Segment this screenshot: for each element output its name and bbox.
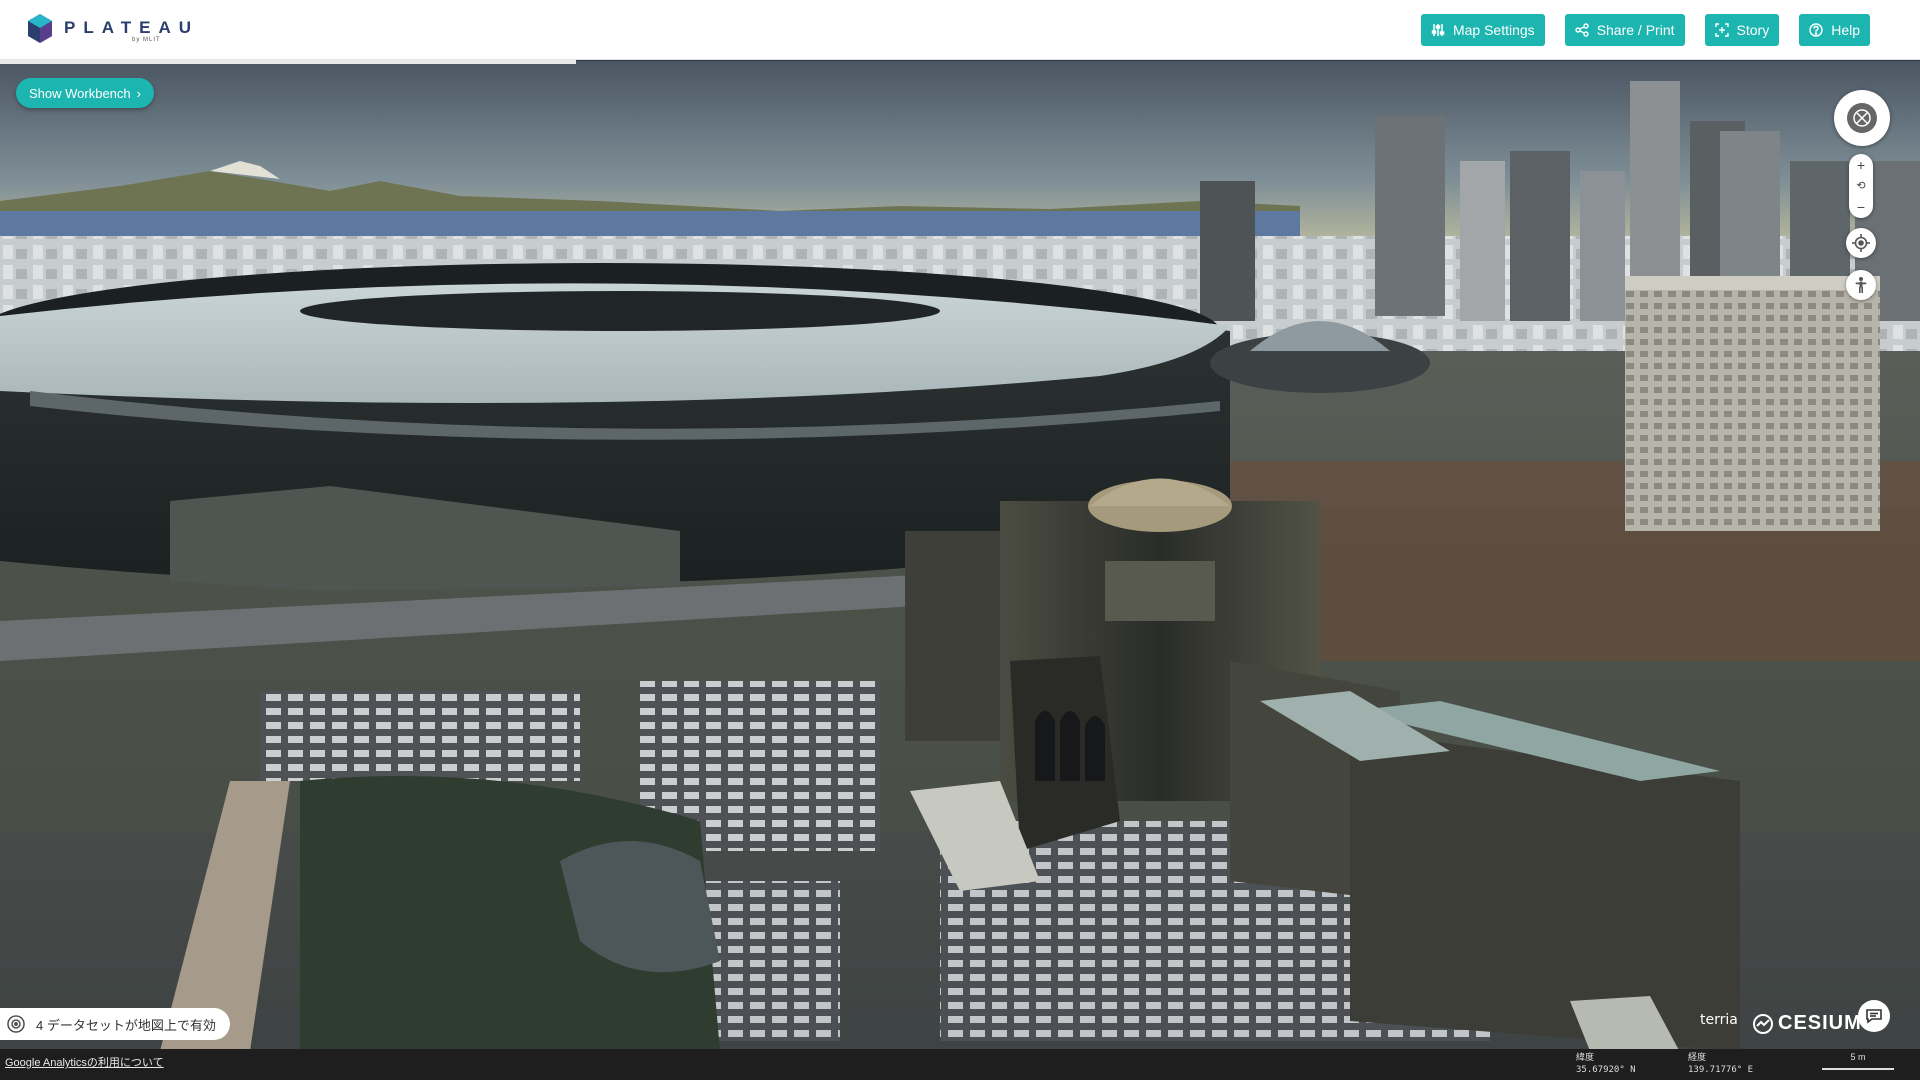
- zoom-reset-button[interactable]: ⟲: [1856, 177, 1865, 195]
- share-print-label: Share / Print: [1596, 22, 1675, 38]
- pedestrian-icon: [1855, 277, 1867, 293]
- zoom-in-button[interactable]: +: [1857, 156, 1865, 174]
- story-button[interactable]: Story: [1704, 14, 1780, 46]
- map-settings-label: Map Settings: [1452, 22, 1535, 38]
- share-print-button[interactable]: Share / Print: [1564, 14, 1685, 46]
- logo-subtitle: by MLIT: [132, 37, 161, 43]
- zoom-out-button[interactable]: −: [1857, 198, 1865, 216]
- map-settings-button[interactable]: Map Settings: [1420, 14, 1545, 46]
- google-analytics-link[interactable]: Google Analyticsの利用について: [5, 1054, 164, 1070]
- compass-icon: [1847, 103, 1877, 133]
- longitude-value: 139.71776° E: [1688, 1065, 1754, 1075]
- header-nav: Map Settings Share / Print Story Help: [1420, 14, 1870, 46]
- feedback-button[interactable]: [1858, 1000, 1890, 1032]
- chevron-right-icon: ›: [136, 85, 141, 101]
- footer-status-bar: Google Analyticsの利用について 緯度 35.67920° N 経…: [0, 1049, 1920, 1080]
- show-workbench-label: Show Workbench: [29, 85, 131, 101]
- latitude-readout: 緯度 35.67920° N: [1576, 1052, 1636, 1076]
- help-icon: [1809, 23, 1823, 37]
- cesium-wordmark: CESIUM: [1778, 1012, 1862, 1034]
- share-icon: [1574, 23, 1589, 37]
- story-icon: [1714, 23, 1729, 37]
- location-target-icon: [1852, 234, 1870, 252]
- cesium-logo[interactable]: CESIUM: [1752, 1012, 1862, 1035]
- distance-scale-bar: [1822, 1068, 1894, 1070]
- my-location-button[interactable]: [1846, 228, 1876, 258]
- latitude-label: 緯度: [1576, 1053, 1595, 1063]
- show-workbench-button[interactable]: Show Workbench ›: [16, 78, 154, 108]
- longitude-readout: 経度 139.71776° E: [1688, 1052, 1753, 1076]
- story-label: Story: [1736, 22, 1770, 38]
- plateau-logo-icon: [28, 14, 52, 43]
- active-datasets-badge[interactable]: 4 データセットが地図上で有効: [0, 1008, 230, 1040]
- loading-progress-bar: [0, 60, 576, 64]
- distance-scale-label: 5 m: [1850, 1052, 1866, 1062]
- compass-control[interactable]: [1834, 90, 1890, 146]
- terria-logo[interactable]: terria: [1700, 1012, 1738, 1028]
- pedestrian-mode-button[interactable]: [1846, 270, 1876, 300]
- plateau-logo[interactable]: PLATEAU by MLIT: [28, 14, 191, 46]
- help-button[interactable]: Help: [1799, 14, 1870, 46]
- help-label: Help: [1831, 22, 1860, 38]
- logo-wordmark: PLATEAU: [64, 18, 200, 37]
- layers-signal-icon: [7, 1015, 25, 1033]
- latitude-value: 35.67920° N: [1576, 1065, 1636, 1075]
- active-datasets-text: 4 データセットが地図上で有効: [36, 1017, 216, 1033]
- sliders-icon: [1431, 24, 1445, 36]
- longitude-label: 経度: [1688, 1053, 1707, 1063]
- app-header: PLATEAU by MLIT Map Settings Share / Pri…: [0, 0, 1920, 60]
- chat-bubble-icon: [1866, 1009, 1882, 1024]
- zoom-control: + ⟲ −: [1849, 154, 1873, 218]
- cesium-icon: [1753, 1013, 1773, 1034]
- map-3d-view[interactable]: [0, 61, 1920, 1051]
